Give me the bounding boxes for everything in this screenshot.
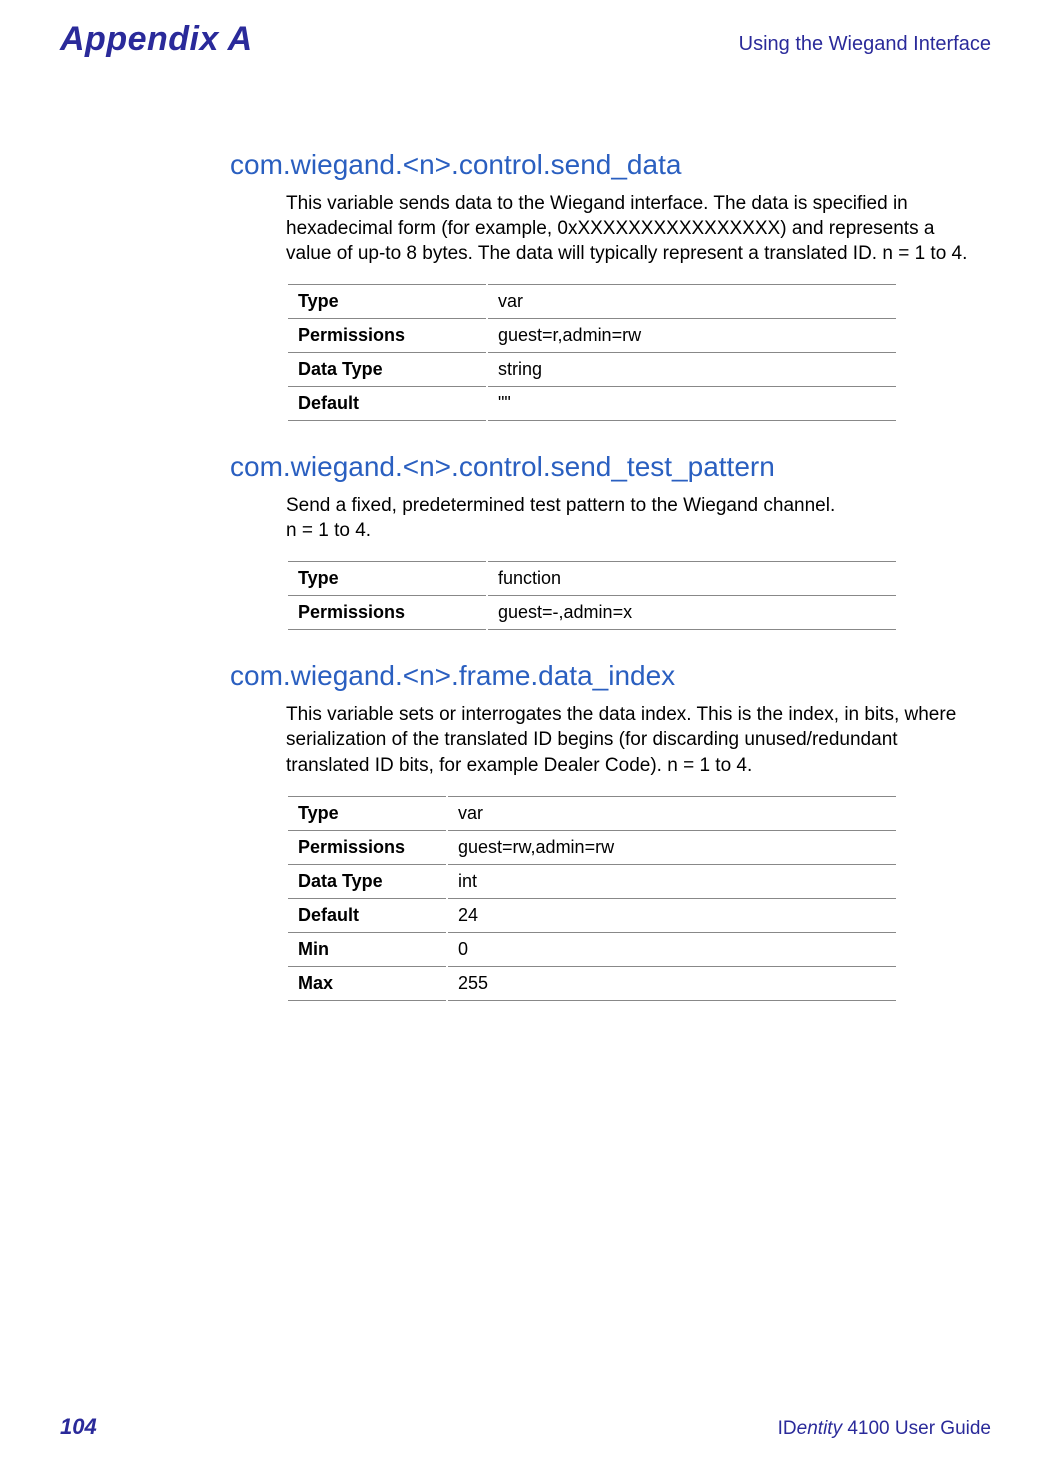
cell-value: var bbox=[487, 285, 897, 319]
page: Appendix A Using the Wiegand Interface c… bbox=[0, 0, 1051, 1468]
guide-entity: entity bbox=[797, 1418, 842, 1439]
section-heading: com.wiegand.<n>.control.send_test_patter… bbox=[230, 451, 981, 483]
table-row: Default24 bbox=[287, 898, 897, 932]
table-row: Permissionsguest=-,admin=x bbox=[287, 596, 897, 630]
paragraph: This variable sends data to the Wiegand … bbox=[286, 191, 981, 266]
paragraph: Send a fixed, predetermined test pattern… bbox=[286, 493, 981, 543]
cell-label: Permissions bbox=[287, 319, 487, 353]
table-row: Data Typestring bbox=[287, 353, 897, 387]
page-footer: 104 IDentity 4100 User Guide bbox=[60, 1414, 991, 1440]
section-heading: com.wiegand.<n>.control.send_data bbox=[230, 149, 981, 181]
paragraph-line: n = 1 to 4. bbox=[286, 520, 371, 541]
properties-table: Typevar Permissionsguest=r,admin=rw Data… bbox=[286, 284, 898, 421]
content-area: com.wiegand.<n>.control.send_data This v… bbox=[230, 149, 981, 1001]
table-row: Permissionsguest=rw,admin=rw bbox=[287, 830, 897, 864]
guide-rest: 4100 User Guide bbox=[842, 1418, 991, 1439]
properties-table: Typefunction Permissionsguest=-,admin=x bbox=[286, 561, 898, 630]
cell-value: 24 bbox=[447, 898, 897, 932]
cell-label: Permissions bbox=[287, 830, 447, 864]
header-subtitle: Using the Wiegand Interface bbox=[739, 33, 991, 56]
cell-label: Permissions bbox=[287, 596, 487, 630]
cell-label: Min bbox=[287, 932, 447, 966]
cell-label: Max bbox=[287, 966, 447, 1000]
appendix-title: Appendix A bbox=[60, 20, 253, 59]
cell-value: string bbox=[487, 353, 897, 387]
paragraph: This variable sets or interrogates the d… bbox=[286, 702, 981, 777]
table-row: Typevar bbox=[287, 285, 897, 319]
table-row: Typefunction bbox=[287, 562, 897, 596]
table-row: Max255 bbox=[287, 966, 897, 1000]
paragraph-line: Send a fixed, predetermined test pattern… bbox=[286, 495, 835, 516]
cell-value: int bbox=[447, 864, 897, 898]
guide-name: IDentity 4100 User Guide bbox=[778, 1418, 991, 1440]
cell-value: var bbox=[447, 796, 897, 830]
cell-value: 0 bbox=[447, 932, 897, 966]
page-number: 104 bbox=[60, 1414, 97, 1440]
cell-value: "" bbox=[487, 387, 897, 421]
cell-value: function bbox=[487, 562, 897, 596]
cell-label: Type bbox=[287, 562, 487, 596]
cell-label: Data Type bbox=[287, 353, 487, 387]
cell-value: guest=rw,admin=rw bbox=[447, 830, 897, 864]
section-heading: com.wiegand.<n>.frame.data_index bbox=[230, 660, 981, 692]
table-row: Data Typeint bbox=[287, 864, 897, 898]
cell-label: Data Type bbox=[287, 864, 447, 898]
table-row: Permissionsguest=r,admin=rw bbox=[287, 319, 897, 353]
table-row: Typevar bbox=[287, 796, 897, 830]
cell-label: Default bbox=[287, 387, 487, 421]
cell-value: guest=r,admin=rw bbox=[487, 319, 897, 353]
cell-value: guest=-,admin=x bbox=[487, 596, 897, 630]
table-row: Min0 bbox=[287, 932, 897, 966]
cell-label: Type bbox=[287, 796, 447, 830]
page-header: Appendix A Using the Wiegand Interface bbox=[60, 20, 991, 59]
guide-id: ID bbox=[778, 1418, 797, 1439]
cell-label: Type bbox=[287, 285, 487, 319]
table-row: Default"" bbox=[287, 387, 897, 421]
cell-value: 255 bbox=[447, 966, 897, 1000]
cell-label: Default bbox=[287, 898, 447, 932]
properties-table: Typevar Permissionsguest=rw,admin=rw Dat… bbox=[286, 796, 898, 1001]
